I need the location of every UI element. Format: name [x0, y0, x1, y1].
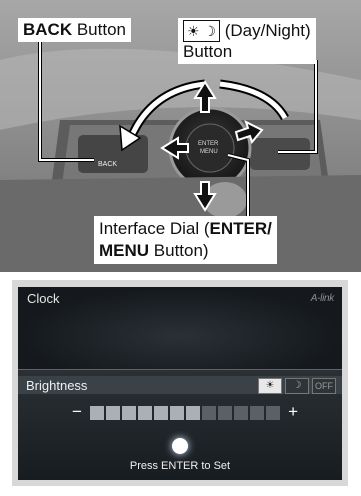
console-photo: BACK ENTER MENU BACK Button ☀ ☽ (Day/Nig… [0, 0, 361, 272]
dial-label-enter: ENTER [198, 141, 219, 147]
brightness-segment [250, 406, 264, 420]
brightness-segment [266, 406, 280, 420]
brightness-segment [234, 406, 248, 420]
dial-callout-line1: Interface Dial ( [99, 219, 210, 238]
plus-icon[interactable]: + [288, 402, 298, 422]
day-mode-icon[interactable]: ☀ [258, 378, 282, 394]
dial-callout: Interface Dial (ENTER/ MENU Button) [94, 216, 277, 264]
clock-screen: Clock A-link Brightness ☀ ☽ OFF − + Pres… [18, 287, 342, 480]
back-callout-rest: Button [72, 20, 126, 39]
screen-title: Clock [27, 291, 60, 306]
brightness-segment [154, 406, 168, 420]
off-mode-button[interactable]: OFF [312, 378, 336, 394]
brightness-segment [218, 406, 232, 420]
brightness-segment [202, 406, 216, 420]
enter-knob-icon [172, 438, 188, 454]
mode-buttons: ☀ ☽ OFF [258, 378, 336, 394]
daynight-callout-line2: Button [183, 42, 233, 61]
dial-callout-bold2: MENU [99, 241, 150, 260]
brightness-segment [186, 406, 200, 420]
screen-header: Clock A-link [18, 287, 342, 309]
back-callout-bold: BACK [23, 20, 73, 39]
back-button-label: BACK [98, 161, 117, 168]
brightness-panel: Brightness ☀ ☽ OFF − + Press ENTER to Se… [18, 369, 342, 480]
brand-label: A-link [310, 293, 335, 304]
brightness-label: Brightness [26, 378, 88, 393]
brightness-slider[interactable]: − + [72, 402, 298, 421]
dial-label-menu: MENU [200, 149, 218, 155]
brightness-segment [90, 406, 104, 420]
divider [0, 272, 361, 280]
instruction-text: Press ENTER to Set [129, 460, 231, 472]
daynight-icon: ☀ ☽ [183, 20, 220, 42]
back-button-callout: BACK Button [18, 18, 131, 42]
dial-callout-rest2: Button) [149, 241, 209, 260]
dial-callout-bold1: ENTER/ [209, 219, 272, 238]
brightness-segment [170, 406, 184, 420]
minus-icon[interactable]: − [72, 402, 82, 422]
night-mode-icon[interactable]: ☽ [285, 378, 309, 394]
brightness-segment [138, 406, 152, 420]
brightness-segments [90, 406, 280, 420]
daynight-callout: ☀ ☽ (Day/Night) Button [178, 18, 316, 64]
brightness-segment [106, 406, 120, 420]
daynight-callout-rest: (Day/Night) [220, 21, 311, 40]
brightness-row[interactable]: Brightness ☀ ☽ OFF [18, 376, 342, 394]
brightness-segment [122, 406, 136, 420]
